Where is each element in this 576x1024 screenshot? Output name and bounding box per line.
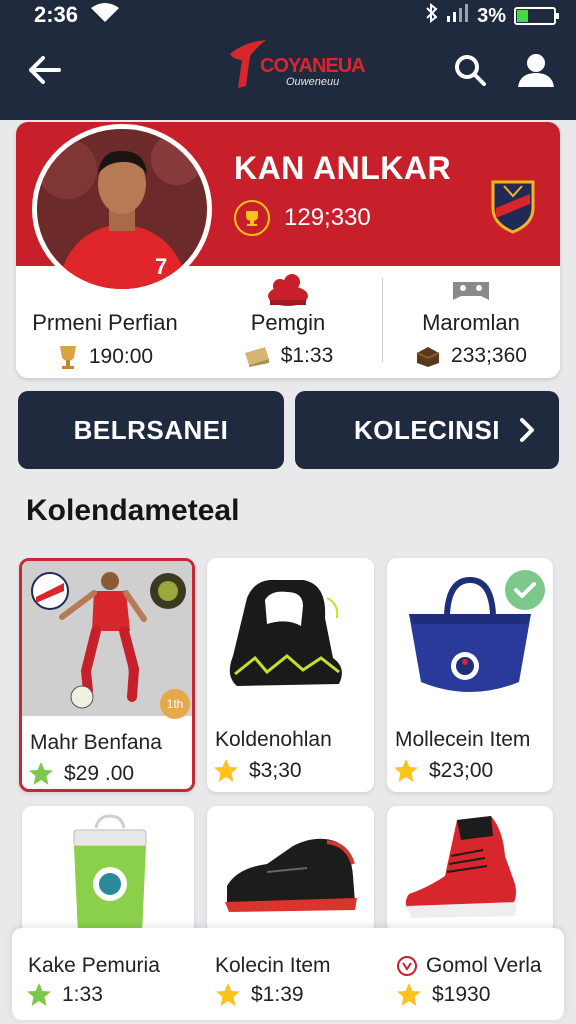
section-title: Kolendameteal (26, 494, 240, 527)
item-name: Koldenohlan (215, 728, 332, 751)
item-image (405, 816, 517, 918)
stat-earnings: Pemgin $1:33 (194, 272, 382, 372)
target-icon (397, 956, 417, 976)
bottom-item-bar: Kake Pemuria 1:33 Kolecin Item $1:39 Gom… (12, 928, 564, 1020)
star-icon (29, 762, 53, 785)
collection-button-label: KOLECINSI (353, 414, 501, 445)
stat-season-performance: Prmeni Perfian 190:00 (16, 272, 194, 372)
owned-check-icon (505, 570, 545, 610)
rank-badge: 1th (160, 689, 190, 719)
search-button[interactable] (450, 50, 490, 90)
item-price: 1:33 (62, 983, 103, 1006)
item-price: $1:39 (251, 983, 304, 1006)
stat-collection: Maromlan 233;360 (382, 272, 560, 372)
status-time: 2:36 (34, 2, 79, 27)
item-name: Mollecein Item (395, 728, 531, 751)
star-icon (214, 759, 238, 782)
item-name: Gomol Verla (426, 954, 542, 977)
search-icon (455, 55, 486, 86)
item-image (225, 838, 357, 912)
item-price: $1930 (432, 983, 491, 1006)
star-icon (397, 983, 421, 1006)
stat-label: Prmeni Perfian (32, 310, 178, 335)
bluetooth-icon (425, 2, 439, 29)
item-card[interactable]: 1th Mahr Benfana $29 .00 (19, 558, 195, 792)
player-profile-card: 7 KAN ANLKAR 129;330 Prmeni Perfian 190:… (16, 122, 560, 378)
status-bar: 2:36 3% (0, 0, 576, 30)
chevron-right-icon (520, 418, 534, 442)
cake-icon (268, 274, 308, 306)
logo-title: COYANEUA (260, 55, 366, 77)
primary-action-button[interactable]: BELRSANEI (18, 391, 284, 469)
account-button[interactable] (514, 50, 558, 90)
item-card[interactable]: Mollecein Item $23;00 (387, 558, 553, 792)
item-card[interactable]: Koldenohlan $3;30 (207, 558, 374, 792)
signal-icon (447, 4, 469, 28)
app-header: 2:36 3% COYANEUA Ouweneuu (0, 0, 576, 120)
stat-value: 190:00 (88, 345, 154, 368)
team-crest-icon (490, 178, 536, 234)
trophy-icon (234, 200, 270, 236)
item-card[interactable] (387, 806, 553, 934)
logo-subtitle: Ouweneuu (286, 76, 340, 88)
item-price: $29 .00 (64, 762, 135, 785)
avatar: 7 (32, 124, 212, 294)
player-name: KAN ANLKAR (234, 150, 452, 186)
app-logo: COYANEUA Ouweneuu (222, 38, 366, 94)
trophy-icon (59, 346, 76, 369)
player-points: 129;330 (284, 204, 371, 231)
stat-label: Pemgin (250, 310, 326, 335)
gamepad-icon (453, 282, 489, 300)
stat-value: $1:33 (280, 344, 334, 367)
ticket-icon (244, 347, 269, 367)
item-name: Kake Pemuria (28, 954, 160, 977)
star-icon (216, 983, 240, 1006)
item-price: $23;00 (429, 759, 494, 782)
user-icon (518, 54, 554, 87)
item-image (73, 814, 147, 934)
item-image (207, 558, 374, 713)
item-name: Mahr Benfana (30, 731, 162, 754)
item-name: Kolecin Item (215, 954, 331, 977)
arrow-left-icon (29, 56, 61, 84)
battery-icon (514, 7, 559, 25)
star-icon (27, 983, 51, 1006)
collection-button[interactable]: KOLECINSI (295, 391, 559, 469)
stat-value: 233;360 (451, 344, 527, 367)
item-price: $3;30 (249, 759, 302, 782)
stat-label: Maromlan (422, 310, 520, 335)
item-card[interactable] (207, 806, 374, 934)
battery-text: 3% (477, 4, 506, 27)
box-icon (416, 347, 440, 367)
star-icon (394, 759, 418, 782)
item-card[interactable] (22, 806, 194, 934)
wifi-icon (90, 2, 120, 29)
back-button[interactable] (24, 50, 64, 90)
